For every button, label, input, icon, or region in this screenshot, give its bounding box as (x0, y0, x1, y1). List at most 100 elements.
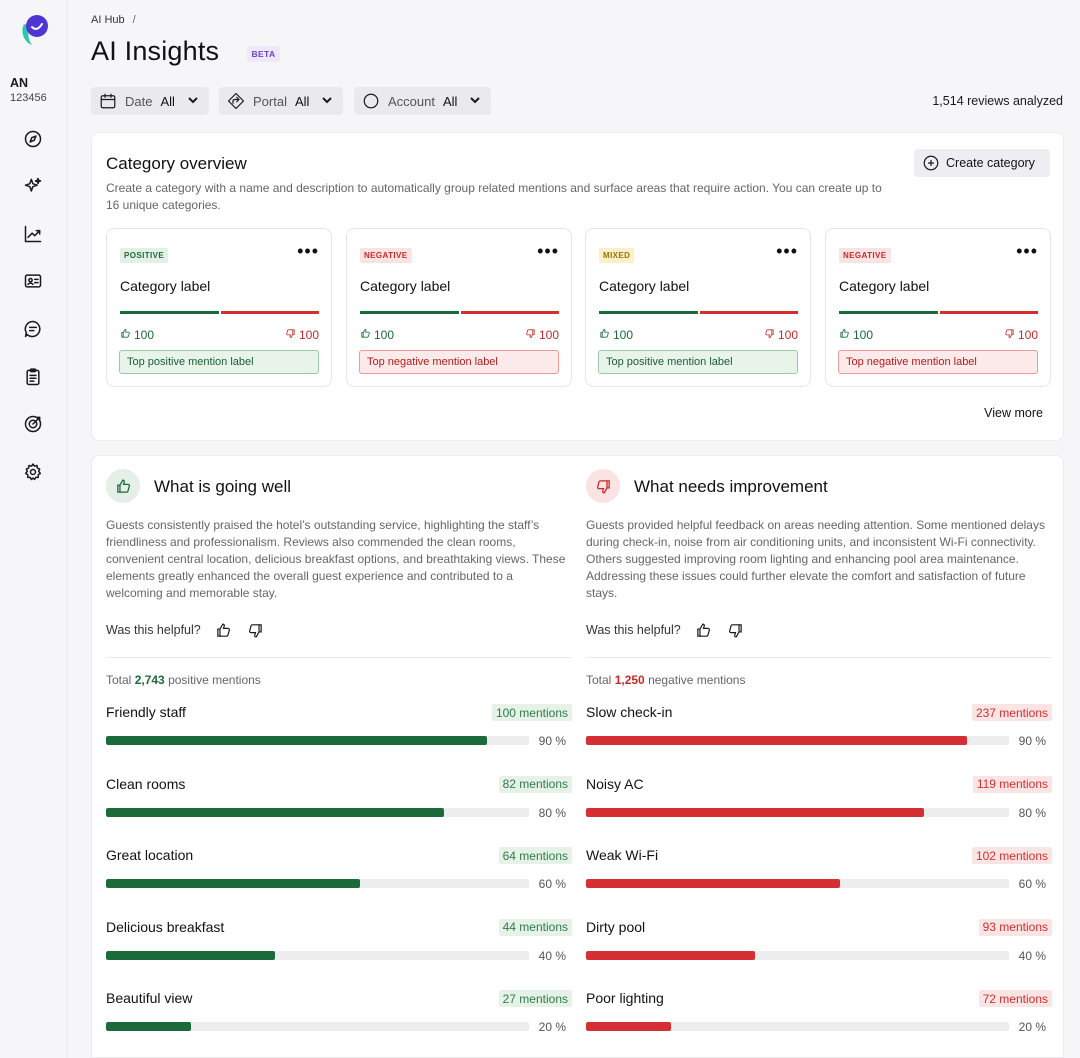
sentiment-badge: NEGATIVE (839, 248, 891, 263)
mention-bar-row[interactable]: Friendly staff 100 mentions 90 % (106, 704, 572, 764)
progress-fill (106, 807, 445, 817)
progress-fill (586, 879, 840, 888)
thumbs-down-icon[interactable] (247, 621, 265, 639)
divider (586, 657, 1052, 658)
percent-label: 90 % (1018, 734, 1046, 748)
mention-bar-row[interactable]: Beautiful view 27 mentions 20 % (106, 990, 572, 1050)
category-card[interactable]: MIXED ••• Category label 100 100 Top positive… (585, 228, 811, 387)
downvote-value: 100 (777, 328, 798, 342)
needs-improvement-section: What needs improvement Guests provided h… (586, 456, 1052, 1056)
top-mention-chip[interactable]: Top positive mention label (119, 350, 319, 374)
reviews-analyzed-count: 1,514 reviews analyzed (932, 94, 1063, 108)
more-options-icon[interactable]: ••• (537, 242, 559, 260)
thumbs-down-icon[interactable] (727, 621, 745, 639)
downvote-count: 100 (1004, 328, 1038, 342)
chart-line-icon[interactable] (22, 223, 44, 245)
category-label: Category label (120, 278, 211, 294)
vote-counts: 100 100 (120, 328, 319, 342)
progress-fill (586, 736, 967, 745)
target-icon[interactable] (22, 413, 44, 435)
thumbs-up-icon[interactable] (695, 621, 713, 639)
mention-count-badge: 72 mentions (978, 990, 1052, 1007)
percent-label: 80 % (538, 805, 566, 820)
upvote-value: 100 (613, 328, 634, 342)
thumbs-down-icon (1004, 328, 1018, 342)
sentiment-split-bar (839, 311, 1038, 314)
thumbs-up-icon[interactable] (215, 621, 233, 639)
account-id: 123456 (10, 92, 47, 104)
mention-name: Noisy AC (586, 775, 644, 792)
category-card[interactable]: NEGATIVE ••• Category label 100 100 Top negat… (346, 228, 572, 387)
going-well-feedback: Was this helpful? (106, 621, 265, 639)
category-label: Category label (839, 278, 930, 294)
thumbs-up-icon (599, 328, 613, 342)
upvote-count: 100 (599, 328, 633, 342)
mention-bar-row[interactable]: Slow check-in 237 mentions 90 % (586, 704, 1052, 764)
top-mention-chip[interactable]: Top positive mention label (598, 350, 798, 374)
mention-name: Great location (106, 847, 194, 863)
thumbs-down-icon (586, 469, 620, 503)
breadcrumb-root[interactable]: AI Hub (91, 14, 125, 26)
mention-bar-row[interactable]: Great location 64 mentions 60 % (106, 847, 572, 907)
mention-bar-row[interactable]: Delicious breakfast 44 mentions 40 % (106, 918, 572, 979)
progress-track (586, 950, 1009, 960)
chat-icon[interactable] (22, 318, 44, 340)
percent-label: 60 % (538, 877, 566, 891)
category-card[interactable]: POSITIVE ••• Category label 100 100 Top posit… (106, 228, 332, 387)
progress-fill (106, 736, 487, 745)
category-card[interactable]: NEGATIVE ••• Category label 100 100 Top negat… (825, 228, 1051, 387)
thumbs-up-icon (106, 469, 140, 503)
mention-name: Beautiful view (106, 990, 193, 1006)
account-switcher[interactable]: AN 123456 (10, 76, 47, 104)
plus-circle-icon (923, 155, 939, 171)
mention-name: Slow check-in (586, 704, 673, 720)
progress-track (586, 807, 1009, 817)
percent-label: 20 % (538, 1020, 566, 1034)
category-label: Category label (360, 278, 451, 294)
thumbs-up-icon (839, 328, 853, 342)
downvote-count: 100 (285, 328, 319, 342)
mention-name: Weak Wi-Fi (586, 847, 659, 863)
more-options-icon[interactable]: ••• (776, 242, 798, 260)
total-suffix: positive mentions (168, 673, 261, 687)
needs-improvement-title: What needs improvement (634, 477, 828, 496)
going-well-title: What is going well (154, 477, 292, 496)
view-more-link[interactable]: View more (984, 406, 1043, 420)
date-filter[interactable]: Date All (91, 87, 209, 115)
mention-bar-row[interactable]: Dirty pool 93 mentions 40 % (586, 918, 1052, 979)
mention-count-badge: 119 mentions (972, 775, 1052, 793)
top-mention-chip[interactable]: Top negative mention label (838, 350, 1038, 374)
id-card-icon[interactable] (22, 270, 44, 292)
downvote-value: 100 (298, 328, 319, 342)
upvote-value: 100 (374, 328, 395, 342)
thumbs-up-icon (360, 328, 374, 342)
mention-count-badge: 82 mentions (498, 775, 572, 793)
upvote-value: 100 (134, 328, 155, 342)
more-options-icon[interactable]: ••• (297, 242, 319, 260)
create-category-button[interactable]: Create category (914, 149, 1050, 177)
total-prefix: Total (106, 673, 132, 687)
clipboard-icon[interactable] (22, 366, 44, 388)
mention-bar-row[interactable]: Poor lighting 72 mentions 20 % (586, 990, 1052, 1050)
top-mention-chip[interactable]: Top negative mention label (359, 350, 559, 374)
sentiment-badge: NEGATIVE (360, 248, 412, 263)
more-options-icon[interactable]: ••• (1016, 242, 1038, 260)
gear-icon[interactable] (22, 461, 44, 483)
account-filter[interactable]: Account All (354, 87, 492, 115)
progress-track (106, 950, 529, 960)
portal-filter[interactable]: Portal All (219, 87, 344, 115)
progress-track (106, 736, 529, 745)
vote-counts: 100 100 (839, 328, 1038, 342)
thumbs-down-icon (285, 328, 299, 342)
portal-icon (227, 92, 245, 110)
sparkles-icon[interactable] (22, 175, 44, 197)
mention-name: Clean rooms (106, 775, 186, 792)
progress-track (106, 879, 529, 888)
mention-bar-row[interactable]: Clean rooms 82 mentions 80 % (106, 775, 572, 836)
percent-label: 80 % (1018, 805, 1046, 820)
compass-icon[interactable] (22, 128, 44, 150)
mention-bar-row[interactable]: Weak Wi-Fi 102 mentions 60 % (586, 847, 1052, 907)
progress-track (106, 807, 529, 817)
mention-bar-row[interactable]: Noisy AC 119 mentions 80 % (586, 775, 1052, 836)
app-logo[interactable] (18, 12, 50, 48)
